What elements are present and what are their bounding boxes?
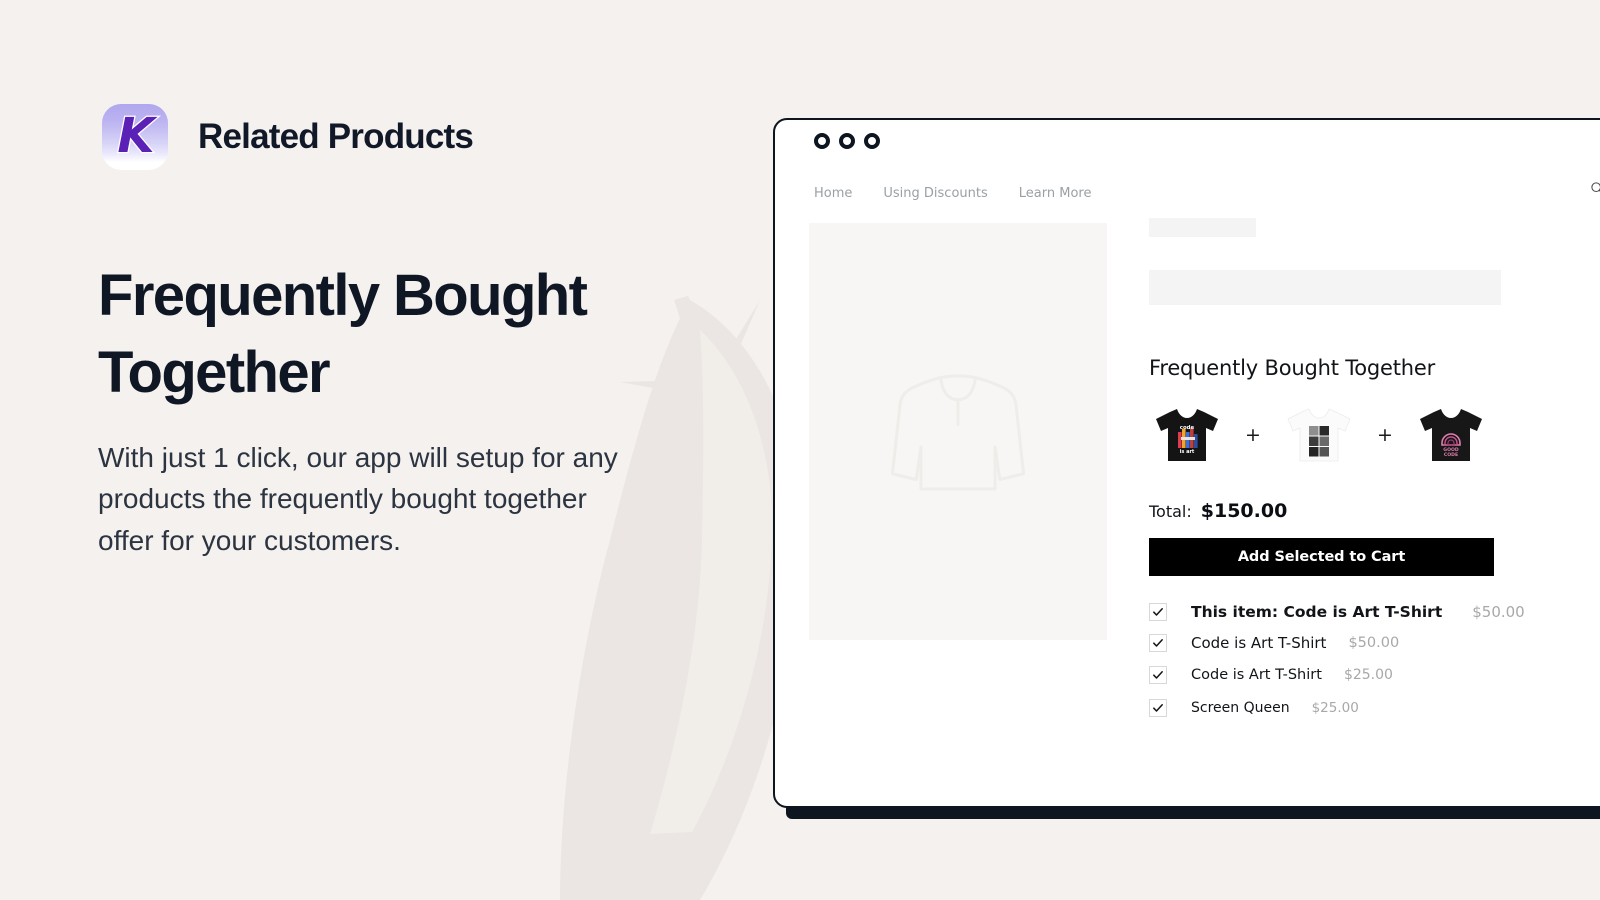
item-name: Screen Queen [1191,700,1290,716]
thumbnail-code-is-art-black-tshirt[interactable]: code is art [1149,400,1225,470]
app-logo: K [98,100,172,174]
hero-left-column: K Related Products Frequently Bought Tog… [98,0,718,900]
window-controls [814,133,880,149]
add-selected-to-cart-button[interactable]: Add Selected to Cart [1149,538,1494,576]
total-row: Total: $150.00 [1149,500,1600,522]
item-price: $25.00 [1343,667,1393,683]
svg-text:CODE: CODE [1444,452,1458,458]
window-dot-minimize-icon[interactable] [839,133,855,149]
skeleton-product-bar [1149,270,1501,305]
list-item[interactable]: Screen Queen $25.00 [1149,699,1600,717]
item-name: Code is Art T-Shirt [1191,634,1327,652]
list-item[interactable]: Code is Art T-Shirt $50.00 [1149,634,1600,652]
window-dot-maximize-icon[interactable] [864,133,880,149]
list-item[interactable]: Code is Art T-Shirt $25.00 [1149,666,1600,684]
item-checkbox[interactable] [1149,666,1167,684]
checkmark-icon [1153,671,1163,679]
item-checkbox[interactable] [1149,699,1167,717]
thumbnail-separator-2: + [1377,424,1393,446]
checkmark-icon [1153,608,1163,616]
app-logo-k-icon: K [116,108,156,164]
product-detail-column: Frequently Bought Together code is art +… [1149,218,1600,727]
thumbnail-pink-arch-black-tshirt[interactable]: GOOD CODE [1413,400,1489,470]
svg-text:is art: is art [1180,449,1195,455]
item-price: $50.00 [1472,603,1525,621]
item-name: This item: Code is Art T-Shirt [1191,603,1443,621]
total-label: Total: [1149,502,1192,521]
total-value: $150.00 [1200,500,1288,522]
item-checkbox[interactable] [1149,603,1167,621]
window-dot-close-icon[interactable] [814,133,830,149]
page-subcopy: With just 1 click, our app will setup fo… [98,442,618,556]
fbt-item-list: This item: Code is Art T-Shirt $50.00 Co… [1149,603,1600,717]
browser-window-mockup: Home Using Discounts Learn More 2 [773,118,1600,808]
checkmark-icon [1153,704,1163,712]
nav-link-home[interactable]: Home [814,186,852,201]
nav-link-using-discounts[interactable]: Using Discounts [883,186,987,201]
thumbnail-separator-1: + [1245,424,1261,446]
long-sleeve-shirt-outline-icon [890,373,1026,491]
thumbnail-photo-grid-white-tshirt[interactable] [1281,400,1357,470]
item-price: $25.00 [1311,700,1359,716]
fbt-section-heading: Frequently Bought Together [1149,356,1436,380]
fbt-thumbnail-row: code is art + + GOOD CODE [1149,400,1600,470]
store-navigation-bar: Home Using Discounts Learn More 2 [814,179,1600,205]
item-price: $50.00 [1348,635,1400,651]
skeleton-product-title [1149,218,1256,237]
app-logo-gradient: K [102,104,168,170]
search-icon[interactable] [1590,181,1600,201]
nav-icon-group: 2 [1590,179,1600,202]
product-gallery-placeholder[interactable] [809,223,1107,640]
svg-text:code: code [1180,425,1195,431]
brand-row: K Related Products [98,100,474,174]
list-item[interactable]: This item: Code is Art T-Shirt $50.00 [1149,603,1600,621]
item-checkbox[interactable] [1149,634,1167,652]
item-name: Code is Art T-Shirt [1191,667,1322,683]
page-headline: Frequently Bought Together [98,263,588,405]
checkmark-icon [1153,639,1163,647]
brand-title: Related Products [198,117,474,156]
nav-link-learn-more[interactable]: Learn More [1019,186,1092,201]
